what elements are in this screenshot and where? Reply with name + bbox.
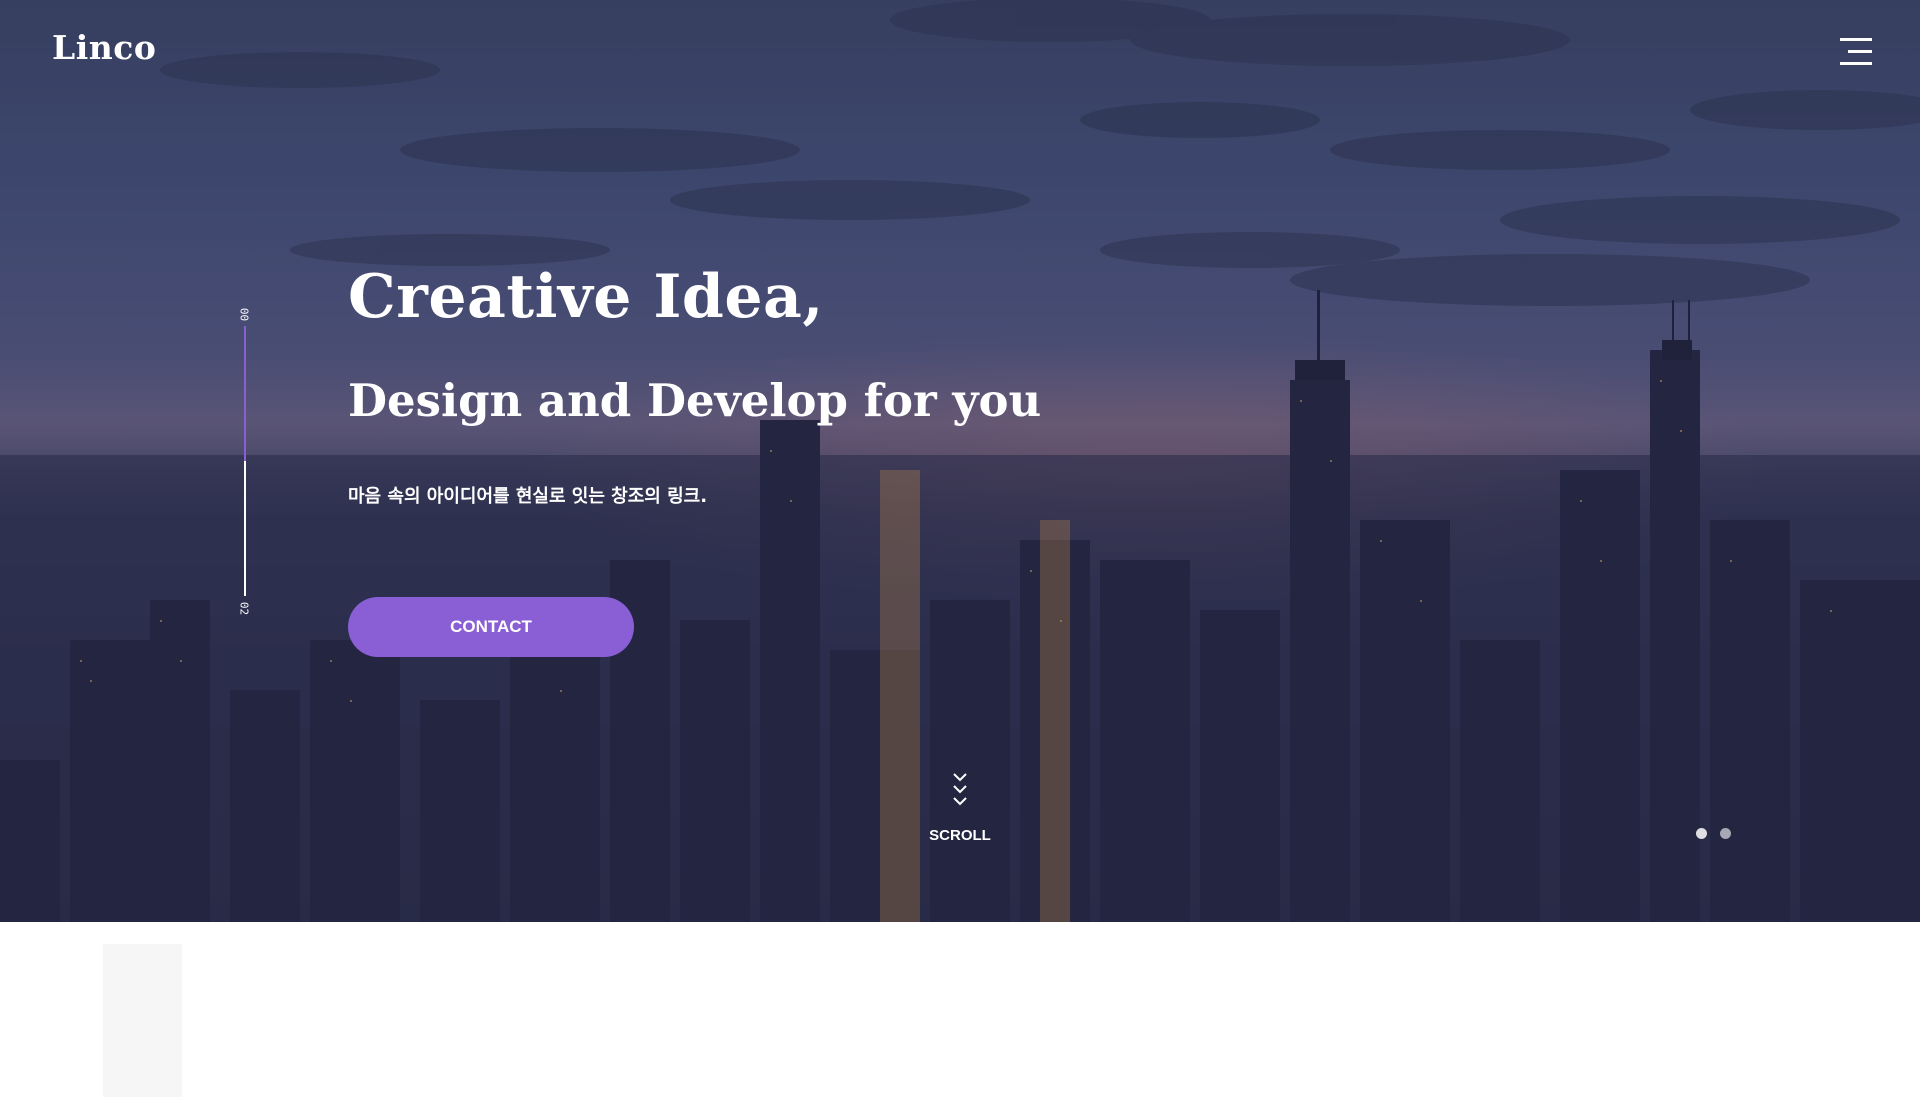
menu-line <box>1848 50 1872 53</box>
progress-fill <box>244 326 246 461</box>
contact-button[interactable]: CONTACT <box>348 597 634 657</box>
content-card-placeholder <box>103 944 182 1097</box>
slide-progress: 00 02 <box>230 300 260 620</box>
progress-start-number: 00 <box>237 307 251 322</box>
hero-title-line1: Creative Idea, <box>348 262 824 332</box>
progress-end-number: 02 <box>237 601 251 616</box>
hamburger-menu-icon[interactable] <box>1840 38 1872 66</box>
hero-subtitle: 마음 속의 아이디어를 현실로 잇는 창조의 링크. <box>348 486 708 507</box>
menu-line <box>1840 38 1872 41</box>
slider-pagination <box>1696 828 1736 840</box>
slider-dot[interactable] <box>1720 828 1731 839</box>
scroll-indicator[interactable]: SCROLL <box>920 770 1000 846</box>
triple-chevron-down-icon <box>953 773 967 806</box>
hero-section: Linco 00 02 Creative Idea, Design and De… <box>0 0 1920 922</box>
hero-title-line2: Design and Develop for you <box>348 374 1042 427</box>
site-logo[interactable]: Linco <box>52 28 156 67</box>
slider-dot[interactable] <box>1696 828 1707 839</box>
menu-line <box>1840 62 1872 65</box>
scroll-label: SCROLL <box>929 827 991 844</box>
